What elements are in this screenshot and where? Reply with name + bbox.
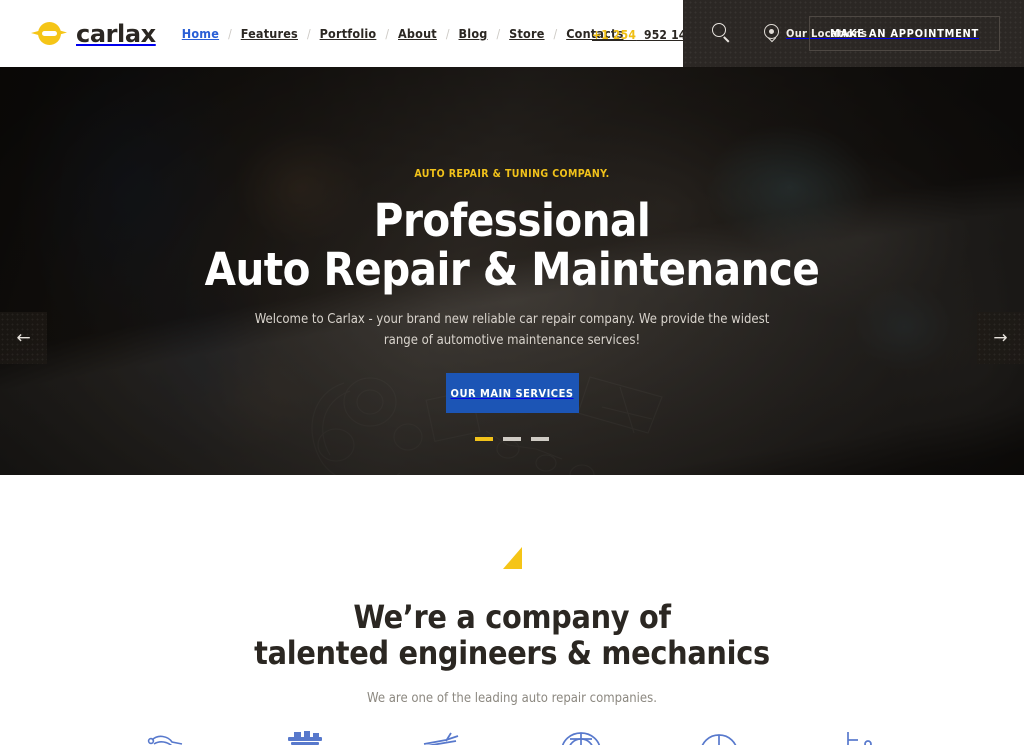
about-heading-line2: talented engineers & mechanics xyxy=(254,634,770,672)
hero-subtitle-line1: Welcome to Carlax - your brand new relia… xyxy=(254,312,770,327)
make-appointment-button[interactable]: MAKE AN APPOINTMENT xyxy=(808,16,1000,51)
make-appointment-label: MAKE AN APPOINTMENT xyxy=(829,27,979,40)
nav-item-blog[interactable]: Blog xyxy=(459,26,488,41)
partner-logo-strip xyxy=(0,728,1024,745)
header-utility-panel: Our Locations MAKE AN APPOINTMENT xyxy=(683,0,1024,67)
hero-title: Professional Auto Repair & Maintenance xyxy=(0,196,1024,295)
slider-dot-2[interactable] xyxy=(503,437,521,441)
brand-name: carlax xyxy=(76,19,156,48)
nav-item-portfolio[interactable]: Portfolio xyxy=(320,26,377,41)
hero-subtitle: Welcome to Carlax - your brand new relia… xyxy=(0,309,1024,351)
brand-logo[interactable]: carlax xyxy=(31,20,156,48)
map-pin-icon xyxy=(764,24,779,43)
partner-logo-3[interactable] xyxy=(418,728,468,745)
nav-item-about[interactable]: About xyxy=(398,26,437,41)
search-icon[interactable] xyxy=(712,22,734,45)
partner-logo-2[interactable] xyxy=(280,728,330,745)
hero-eyebrow: AUTO REPAIR & TUNING COMPANY. xyxy=(414,168,610,180)
partner-logo-4[interactable] xyxy=(556,728,606,745)
carlax-emblem-icon xyxy=(31,21,67,46)
nav-separator: / xyxy=(553,26,558,41)
triangle-divider-icon xyxy=(502,547,522,569)
phone-country-code: +1 254 xyxy=(592,28,637,42)
slider-dot-1[interactable] xyxy=(475,437,493,441)
partner-logo-1[interactable] xyxy=(142,728,192,745)
main-navigation: Home / Features / Portfolio / About / Bl… xyxy=(182,26,624,41)
site-header: carlax Home / Features / Portfolio / Abo… xyxy=(0,0,1024,67)
slider-dot-3[interactable] xyxy=(531,437,549,441)
nav-item-store[interactable]: Store xyxy=(509,26,544,41)
hero-title-line1: Professional xyxy=(373,194,651,247)
nav-item-features[interactable]: Features xyxy=(241,26,298,41)
our-main-services-label: OUR MAIN SERVICES xyxy=(450,386,574,400)
nav-separator: / xyxy=(496,26,501,41)
about-section: We’re a company of talented engineers & … xyxy=(0,475,1024,706)
nav-separator: / xyxy=(228,26,232,41)
about-subtitle: We are one of the leading auto repair co… xyxy=(367,691,657,706)
nav-item-home[interactable]: Home xyxy=(182,26,219,41)
arrow-right-icon: → xyxy=(993,327,1008,348)
hero-subtitle-line2: range of automotive maintenance services… xyxy=(383,333,641,348)
slider-pagination xyxy=(0,437,1024,441)
about-heading-line1: We’re a company of xyxy=(353,598,671,636)
hero-slider: AUTO REPAIR & TUNING COMPANY. Profession… xyxy=(0,67,1024,475)
about-heading: We’re a company of talented engineers & … xyxy=(0,600,1024,672)
slider-next-button[interactable]: → xyxy=(977,312,1024,364)
partner-logo-5[interactable] xyxy=(694,728,744,745)
nav-separator: / xyxy=(306,26,311,41)
nav-separator: / xyxy=(385,26,389,41)
arrow-left-icon: ← xyxy=(16,327,31,348)
hero-content: AUTO REPAIR & TUNING COMPANY. Profession… xyxy=(0,67,1024,413)
our-main-services-button[interactable]: OUR MAIN SERVICES xyxy=(445,373,579,413)
nav-separator: / xyxy=(445,26,450,41)
hero-title-line2: Auto Repair & Maintenance xyxy=(204,243,820,296)
slider-prev-button[interactable]: ← xyxy=(0,312,47,364)
partner-logo-6[interactable] xyxy=(832,728,882,745)
